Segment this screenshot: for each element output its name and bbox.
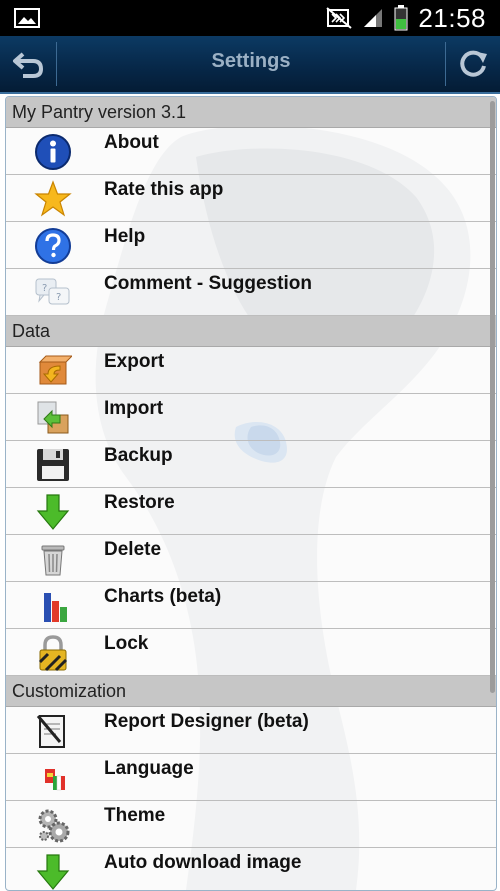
- status-bar: 21:58: [0, 0, 500, 36]
- settings-item-lock[interactable]: Lock: [6, 629, 496, 676]
- export-box-icon: [38, 355, 72, 385]
- section-header-customization: Customization: [6, 676, 496, 707]
- settings-item-label: Comment - Suggestion: [104, 273, 312, 294]
- svg-text:?: ?: [42, 283, 47, 294]
- settings-item-label: Report Designer (beta): [104, 711, 309, 732]
- refresh-button[interactable]: [446, 36, 500, 92]
- down-arrow-icon: [36, 854, 70, 890]
- back-button[interactable]: [0, 36, 56, 92]
- trash-can-icon: [41, 545, 65, 576]
- settings-item-label: About: [104, 132, 159, 153]
- settings-item-label: Export: [104, 351, 165, 372]
- settings-item-auto-download-image[interactable]: Auto download image: [6, 848, 496, 890]
- settings-item-report-designer[interactable]: Report Designer (beta): [6, 707, 496, 754]
- settings-item-label: Help: [104, 226, 146, 247]
- settings-item-label: Lock: [104, 633, 149, 654]
- settings-panel: My Pantry version 3.1 About Rate this ap…: [5, 96, 497, 891]
- settings-item-label: Backup: [104, 445, 173, 466]
- report-pen-icon: [36, 715, 65, 748]
- padlock-icon: [38, 635, 68, 672]
- settings-item-label: Theme: [104, 805, 166, 826]
- settings-item-comment-suggestion[interactable]: ? ? Comment - Suggestion: [6, 269, 496, 316]
- page-title: Settings: [211, 50, 291, 72]
- settings-item-language[interactable]: Language: [6, 754, 496, 801]
- settings-item-label: Rate this app: [104, 179, 224, 200]
- floppy-disk-icon: [37, 449, 69, 481]
- image-notification-icon: [14, 8, 40, 28]
- star-icon: [34, 180, 72, 217]
- settings-item-delete[interactable]: Delete: [6, 535, 496, 582]
- settings-item-label: Auto download image: [104, 852, 302, 873]
- import-icon: [37, 401, 69, 434]
- section-header-data: Data: [6, 316, 496, 347]
- back-arrow-icon: [13, 52, 44, 78]
- settings-item-label: Delete: [104, 539, 162, 560]
- speech-bubbles-icon: ? ?: [35, 278, 70, 305]
- settings-item-charts[interactable]: Charts (beta): [6, 582, 496, 629]
- section-header-app: My Pantry version 3.1: [6, 97, 496, 128]
- bar-chart-icon: [44, 593, 67, 622]
- svg-text:?: ?: [56, 292, 61, 303]
- settings-item-backup[interactable]: Backup: [6, 441, 496, 488]
- mute-icon: [326, 7, 353, 29]
- question-icon: [35, 228, 71, 264]
- info-icon: [35, 134, 71, 170]
- flags-icon: [45, 769, 65, 791]
- down-arrow-icon: [36, 494, 70, 530]
- refresh-icon: [460, 50, 487, 77]
- settings-item-label: Charts (beta): [104, 586, 222, 607]
- battery-icon: [394, 5, 408, 31]
- settings-item-about[interactable]: About: [6, 128, 496, 175]
- settings-item-export[interactable]: Export: [6, 347, 496, 394]
- gears-icon: [38, 809, 70, 843]
- settings-item-restore[interactable]: Restore: [6, 488, 496, 535]
- signal-icon: [364, 9, 383, 27]
- settings-item-rate-app[interactable]: Rate this app: [6, 175, 496, 222]
- settings-item-import[interactable]: Import: [6, 394, 496, 441]
- settings-item-label: Restore: [104, 492, 175, 513]
- status-time: 21:58: [418, 2, 486, 33]
- settings-item-theme[interactable]: Theme: [6, 801, 496, 848]
- settings-list: My Pantry version 3.1 About Rate this ap…: [6, 97, 496, 890]
- settings-item-label: Language: [104, 758, 194, 779]
- action-bar: Settings: [0, 36, 500, 94]
- scrollbar[interactable]: [490, 101, 495, 693]
- settings-item-help[interactable]: Help: [6, 222, 496, 269]
- settings-item-label: Import: [104, 398, 164, 419]
